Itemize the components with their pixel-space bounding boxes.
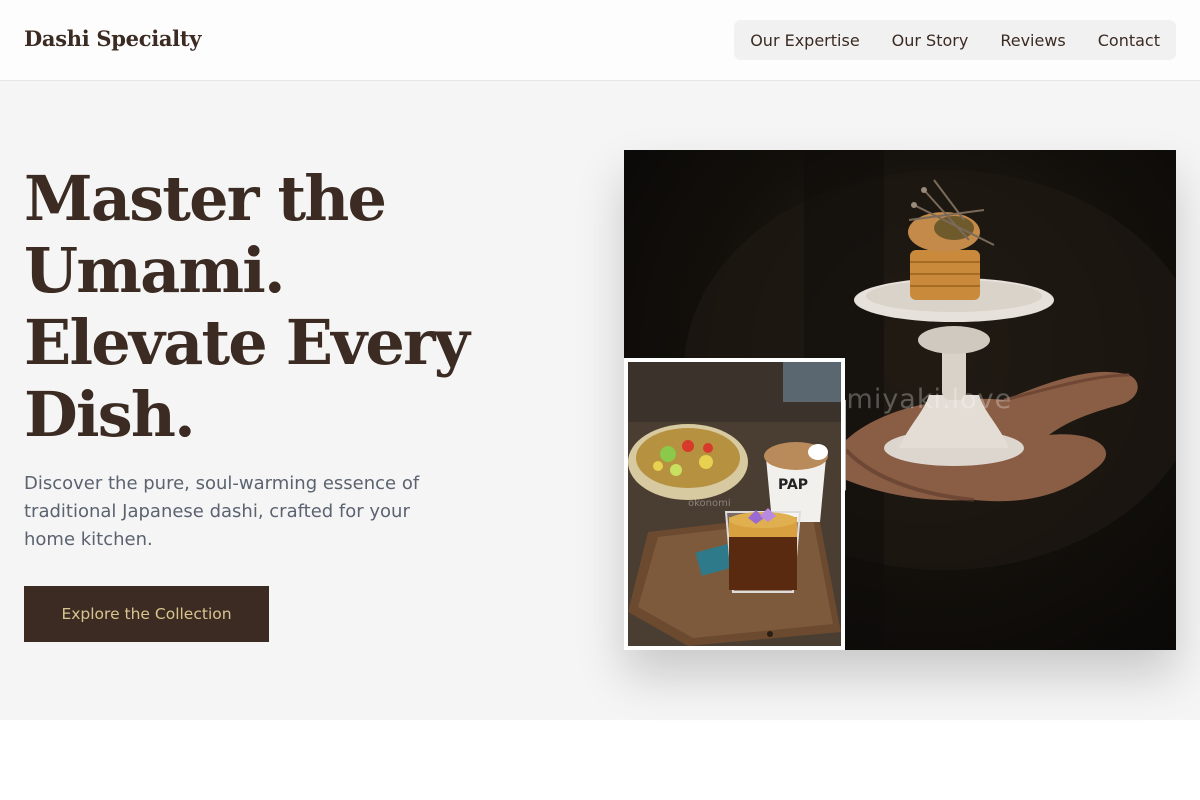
bowl-and-drinks-illustration: PAP [628, 362, 841, 646]
inset-photo-watermark: okonomi [688, 498, 731, 509]
cup-label: PAP [778, 477, 808, 493]
nav-link-our-expertise[interactable]: Our Expertise [750, 31, 859, 50]
headline-line: Dish. [24, 378, 196, 451]
site-header: Dashi Specialty Our Expertise Our Story … [0, 0, 1200, 81]
hero-section: Master the Umami. Elevate Every Dish. Di… [0, 81, 1200, 720]
brand-logo[interactable]: Dashi Specialty [24, 26, 201, 51]
hero-headline: Master the Umami. Elevate Every Dish. [24, 163, 524, 451]
explore-collection-button[interactable]: Explore the Collection [24, 586, 269, 642]
hero-tagline: Discover the pure, soul-warming essence … [24, 473, 420, 550]
inset-food-photo: PAP okonomi [624, 358, 845, 650]
headline-line: Master the [24, 162, 387, 235]
inset-photo-image: PAP okonomi [628, 362, 841, 646]
nav-link-reviews[interactable]: Reviews [1000, 31, 1065, 50]
headline-line: Umami. [24, 234, 286, 307]
nav-link-our-story[interactable]: Our Story [892, 31, 969, 50]
nav-link-contact[interactable]: Contact [1098, 31, 1160, 50]
headline-line: Elevate Every [24, 306, 470, 379]
main-photo-watermark: omiyaki.love [829, 384, 1013, 415]
main-nav: Our Expertise Our Story Reviews Contact [734, 20, 1176, 60]
